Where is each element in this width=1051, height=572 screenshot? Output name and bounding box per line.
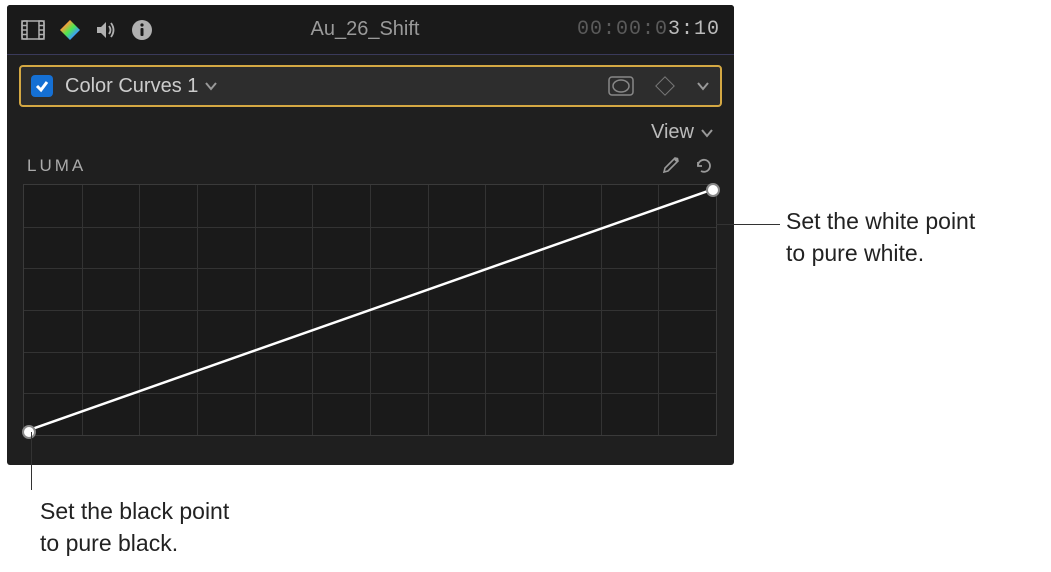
luma-curve-section: LUMA [23,156,718,436]
curve-tools [660,156,714,176]
luma-label: LUMA [27,156,86,176]
timecode-inactive: 00:00:0 [577,18,668,41]
chevron-down-icon[interactable] [700,126,714,140]
color-tab-icon[interactable] [59,19,81,41]
effect-name-dropdown[interactable]: Color Curves 1 [65,75,198,98]
callout-text-line: Set the black point [40,495,229,527]
timecode-active: 3:10 [668,18,720,41]
effect-row-controls [608,76,710,96]
white-point-handle[interactable] [706,183,720,197]
video-tab-icon[interactable] [21,20,45,40]
effect-header-row[interactable]: Color Curves 1 [19,65,722,107]
audio-tab-icon[interactable] [95,20,117,40]
curve-header: LUMA [23,156,718,184]
black-point-callout: Set the black point to pure black. [40,495,229,559]
reset-icon[interactable] [694,156,714,176]
inspector-tab-icons [21,19,153,41]
view-menu-button[interactable]: View [651,121,694,144]
info-tab-icon[interactable] [131,19,153,41]
callout-leader-line [31,432,32,490]
keyframe-icon[interactable] [655,76,675,96]
view-menu-row: View [7,107,734,150]
callout-text-line: to pure black. [40,527,229,559]
inspector-top-bar: Au_26_Shift 00:00:03:10 [7,5,734,55]
clip-title: Au_26_Shift [153,18,577,41]
white-point-callout: Set the white point to pure white. [786,205,975,269]
color-inspector-panel: Au_26_Shift 00:00:03:10 Color Curves 1 V… [7,5,734,465]
callout-text-line: Set the white point [786,205,975,237]
eyedropper-icon[interactable] [660,156,680,176]
callout-text-line: to pure white. [786,237,975,269]
timecode-display: 00:00:03:10 [577,18,720,41]
luma-curve-grid[interactable] [23,184,717,436]
chevron-down-icon[interactable] [204,79,218,93]
effect-enable-checkbox[interactable] [31,75,53,97]
mask-icon[interactable] [608,76,634,96]
black-point-handle[interactable] [22,425,36,439]
callout-leader-line [716,224,780,225]
chevron-down-icon[interactable] [696,79,710,93]
